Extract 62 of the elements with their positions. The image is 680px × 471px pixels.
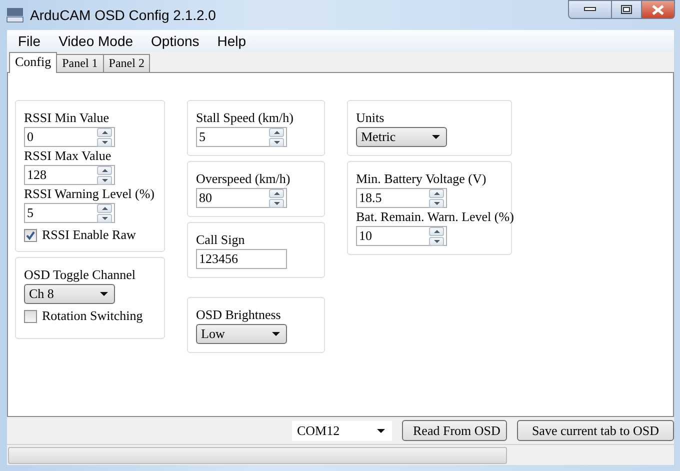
number-field[interactable]: 5 — [24, 203, 115, 223]
action-button[interactable]: Read From OSD — [402, 420, 507, 441]
action-button[interactable]: Save current tab to OSD — [517, 420, 674, 441]
field-label: OSD Brightness — [196, 307, 281, 323]
checkbox-label: RSSI Enable Raw — [42, 227, 136, 243]
spin-down-button[interactable] — [269, 138, 284, 146]
menu-item[interactable]: Video Mode — [50, 31, 142, 51]
app-icon — [6, 7, 24, 23]
checkbox[interactable] — [24, 228, 37, 242]
spin-up-button[interactable] — [429, 188, 444, 198]
tab[interactable]: Panel 1 — [56, 54, 104, 72]
number-field[interactable]: 128 — [24, 165, 115, 185]
tab[interactable]: Panel 2 — [102, 54, 150, 72]
close-button[interactable] — [642, 0, 675, 19]
caret-icon — [432, 135, 440, 139]
maximize-button[interactable] — [612, 0, 642, 19]
number-field[interactable]: 5 — [196, 127, 287, 147]
window-title: ArduCAM OSD Config 2.1.2.0 — [30, 7, 216, 23]
spin-down-button[interactable] — [97, 176, 112, 184]
spin-down-button[interactable] — [269, 198, 284, 208]
field-label: Call Sign — [196, 232, 245, 248]
dropdown[interactable]: Metric — [356, 127, 447, 147]
field-label: Overspeed (km/h) — [196, 171, 290, 187]
field-label: RSSI Warning Level (%) — [24, 186, 154, 202]
caret-icon — [272, 332, 280, 336]
field-label: Bat. Remain. Warn. Level (%) — [356, 209, 514, 225]
close-icon — [652, 4, 664, 14]
spin-up-button[interactable] — [429, 226, 444, 236]
field-label: Stall Speed (km/h) — [196, 110, 294, 126]
field-label: RSSI Min Value — [24, 110, 109, 126]
checkbox[interactable] — [24, 310, 37, 322]
menu-item[interactable]: Help — [208, 31, 256, 51]
menu-item[interactable]: Options — [142, 31, 208, 51]
spin-up-button[interactable] — [269, 128, 284, 136]
field-label: RSSI Max Value — [24, 148, 112, 164]
caret-icon — [377, 428, 385, 432]
field-label: Min. Battery Voltage (V) — [356, 171, 486, 187]
number-field[interactable]: 80 — [196, 188, 287, 208]
field-label: OSD Toggle Channel — [24, 267, 136, 283]
dropdown[interactable]: Low — [196, 324, 287, 344]
spin-down-button[interactable] — [429, 236, 444, 246]
minimize-button[interactable] — [568, 0, 612, 19]
number-field[interactable]: 18.5 — [356, 188, 447, 208]
spin-up-button[interactable] — [97, 128, 112, 136]
maximize-icon — [621, 5, 632, 14]
field-label: Units — [356, 110, 384, 126]
number-field[interactable]: 10 — [356, 226, 447, 246]
dropdown[interactable]: COM12 — [292, 420, 392, 440]
text-field[interactable]: 123456 — [196, 249, 287, 269]
dropdown[interactable]: Ch 8 — [24, 284, 115, 304]
spin-down-button[interactable] — [429, 198, 444, 208]
spin-up-button[interactable] — [97, 204, 112, 212]
number-field[interactable]: 0 — [24, 127, 115, 147]
spin-down-button[interactable] — [97, 138, 112, 146]
spin-up-button[interactable] — [97, 166, 112, 174]
caret-icon — [100, 292, 108, 296]
tab[interactable]: Config — [9, 52, 58, 73]
minimize-icon — [584, 7, 596, 12]
spin-down-button[interactable] — [97, 214, 112, 222]
checkbox-label: Rotation Switching — [42, 308, 143, 324]
spin-up-button[interactable] — [269, 188, 284, 198]
menu-item[interactable]: File — [9, 31, 50, 51]
